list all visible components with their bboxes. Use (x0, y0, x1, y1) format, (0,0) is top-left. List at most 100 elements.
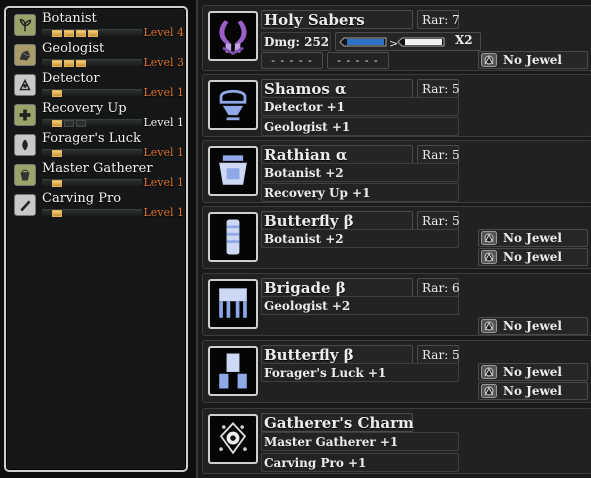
charm-skill-2: Carving Pro +1 (261, 453, 459, 472)
skill-level: Level 1 (143, 86, 184, 99)
weapon-rarity: Rar: 7 (417, 10, 460, 29)
charm-icon (208, 414, 258, 464)
jewel-slot-icon (481, 384, 497, 398)
skill-row[interactable]: Recovery Up Level 1 (12, 100, 184, 130)
skill-level-bar (42, 149, 142, 157)
gatherer-skill-icon (14, 164, 36, 186)
svg-text:>: > (389, 37, 398, 50)
armor-card[interactable]: Butterfly β Rar: 5 Botanist +2 No Jewel No J… (202, 206, 591, 269)
weapon-card[interactable]: Holy Sabers Rar: 7 Dmg: 252 > X2 - - - -… (202, 5, 591, 71)
dual-blades-icon (208, 11, 258, 61)
skill-pip (52, 150, 62, 157)
helm-icon (208, 80, 258, 130)
skill-name: Botanist (42, 11, 97, 26)
sharpness-multiplier: X2 (455, 33, 473, 47)
armor-jewel-slot[interactable]: No Jewel (478, 317, 588, 335)
armor-card[interactable]: Brigade β Rar: 6 Geologist +2 No Jewel (202, 273, 591, 336)
armor-skill: Recovery Up +1 (261, 183, 459, 202)
armor-rarity: Rar: 6 (417, 278, 460, 297)
jewel-label: No Jewel (503, 365, 562, 379)
skill-row[interactable]: Detector Level 1 (12, 70, 184, 100)
skill-level-bar (42, 89, 142, 97)
skill-row[interactable]: Forager's Luck Level 1 (12, 130, 184, 160)
skill-pip (52, 180, 62, 187)
skill-row[interactable]: Carving Pro Level 1 (12, 190, 184, 220)
skill-level-bar (42, 59, 142, 67)
skill-pip (64, 120, 74, 127)
armor-card[interactable]: Butterfly β Rar: 5 Forager's Luck +1 No Jew… (202, 340, 591, 403)
skill-name: Carving Pro (42, 191, 122, 206)
armor-skill: Geologist +1 (261, 117, 459, 136)
skill-level: Level 1 (143, 116, 184, 129)
recovery-skill-icon (14, 104, 36, 126)
skill-name: Master Gatherer (42, 161, 153, 176)
skill-name: Geologist (42, 41, 105, 56)
skill-level: Level 1 (143, 176, 184, 189)
armor-name: Butterfly β (261, 345, 413, 364)
weapon-name: Holy Sabers (261, 10, 413, 29)
skill-level-bar (42, 119, 142, 127)
armor-name: Rathian α (261, 145, 413, 164)
carving-skill-icon (14, 194, 36, 216)
skills-panel: Botanist Level 4 Geologist Level 3 Detector L… (4, 6, 188, 472)
skill-row[interactable]: Geologist Level 3 (12, 40, 184, 70)
jewel-slot-icon (481, 231, 497, 245)
skill-row[interactable]: Botanist Level 4 (12, 10, 184, 40)
armor-skill: Detector +1 (261, 97, 459, 116)
skill-pip (52, 30, 62, 37)
skill-level: Level 3 (143, 56, 184, 69)
armor-jewel-slot[interactable]: No Jewel (478, 363, 588, 381)
armor-card[interactable]: Rathian α Rar: 5 Botanist +2 Recovery Up +1 (202, 140, 591, 203)
skill-name: Forager's Luck (42, 131, 141, 146)
armor-skill: Geologist +2 (261, 296, 459, 315)
armor-name: Brigade β (261, 278, 413, 297)
armor-jewel-slot[interactable]: No Jewel (478, 382, 588, 400)
charm-name: Gatherer's Charm (261, 413, 414, 432)
arm-icon (208, 212, 258, 262)
legs-icon (208, 346, 258, 396)
armor-rarity: Rar: 5 (417, 345, 460, 364)
armor-jewel-slot[interactable]: No Jewel (478, 248, 588, 266)
charm-card[interactable]: Gatherer's Charm Master Gatherer +1 Carv… (202, 408, 591, 474)
ore-skill-icon (14, 44, 36, 66)
armor-rarity: Rar: 5 (417, 79, 460, 98)
armor-rarity: Rar: 5 (417, 211, 460, 230)
skill-pip (64, 60, 74, 67)
skill-pip (52, 210, 62, 217)
skill-pip (76, 30, 86, 37)
jewel-label: No Jewel (503, 231, 562, 245)
armor-jewel-slot[interactable]: No Jewel (478, 229, 588, 247)
jewel-slot-icon (481, 250, 497, 264)
skill-name: Detector (42, 71, 100, 86)
skill-pip (64, 30, 74, 37)
skill-level: Level 1 (143, 206, 184, 219)
armor-skill: Forager's Luck +1 (261, 363, 459, 382)
armor-skill: Botanist +2 (261, 163, 459, 182)
skill-pip (76, 60, 86, 67)
detector-skill-icon (14, 74, 36, 96)
jewel-label: No Jewel (503, 384, 562, 398)
skill-pip (52, 60, 62, 67)
skill-level: Level 1 (143, 146, 184, 159)
jewel-label: No Jewel (503, 319, 562, 333)
skill-pip (76, 120, 86, 127)
jewel-label: No Jewel (503, 250, 562, 264)
skill-level-bar (42, 209, 142, 217)
equipment-panel: Holy Sabers Rar: 7 Dmg: 252 > X2 - - - -… (196, 0, 591, 478)
jewel-slot-icon (481, 53, 497, 67)
jewel-slot-icon (481, 365, 497, 379)
skill-pip (52, 120, 62, 127)
chest-icon (208, 146, 258, 196)
waist-icon (208, 279, 258, 329)
armor-card[interactable]: Shamos α Rar: 5 Detector +1 Geologist +1 (202, 74, 591, 137)
armor-name: Shamos α (261, 79, 413, 98)
deco-slot-2[interactable]: - - - - - (327, 52, 389, 69)
skill-row[interactable]: Master Gatherer Level 1 (12, 160, 184, 190)
skill-level-bar (42, 179, 142, 187)
plant-skill-icon (14, 14, 36, 36)
skill-pip (88, 30, 98, 37)
weapon-jewel-slot[interactable]: No Jewel (478, 51, 588, 69)
skill-level-bar (42, 29, 142, 37)
deco-slot-1[interactable]: - - - - - (261, 52, 323, 69)
jewel-label: No Jewel (503, 53, 562, 67)
